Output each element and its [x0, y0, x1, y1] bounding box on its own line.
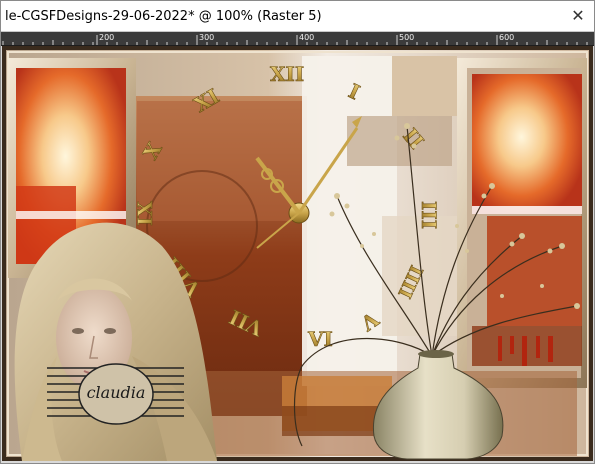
title-bar[interactable]: le-CGSFDesigns-29-06-2022* @ 100% (Raste… [1, 1, 594, 32]
ruler-label-600: 600 [499, 33, 515, 42]
numeral-ix: IX [133, 201, 157, 226]
numeral-iii: III [417, 201, 441, 229]
numeral-vi: VI [307, 327, 333, 351]
image-canvas[interactable]: XII I II III IIII V VI VII VIII IX X XI [2, 46, 593, 461]
window-controls: ✕ [564, 7, 590, 25]
ruler-label-300: 300 [199, 33, 215, 42]
watermark-text: claudia [87, 383, 146, 402]
numeral-xii: XII [270, 62, 304, 86]
ruler-label-500: 500 [399, 33, 415, 42]
window-title: le-CGSFDesigns-29-06-2022* @ 100% (Raste… [5, 9, 322, 24]
close-icon[interactable]: ✕ [566, 7, 590, 25]
horizontal-ruler[interactable]: 200 300 400 500 600 [1, 32, 594, 46]
artwork: XII I II III IIII V VI VII VIII IX X XI [2, 46, 593, 461]
image-window: le-CGSFDesigns-29-06-2022* @ 100% (Raste… [0, 0, 595, 464]
ruler-label-200: 200 [99, 33, 115, 42]
ruler-label-400: 400 [299, 33, 315, 42]
